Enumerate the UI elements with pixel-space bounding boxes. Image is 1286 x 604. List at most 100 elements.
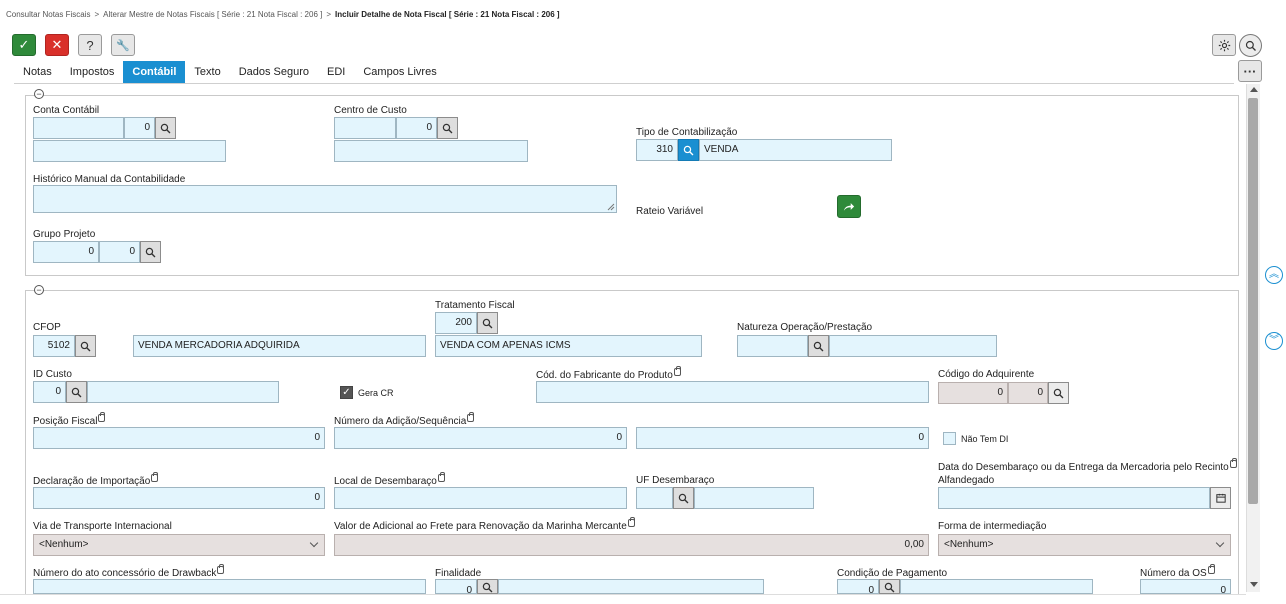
condicao-pagamento-code-input[interactable]: 0 [837,579,879,594]
natureza-search-button[interactable] [808,335,829,357]
finalidade-label: Finalidade [435,568,482,579]
natureza-label: Natureza Operação/Prestação [737,322,873,333]
breadcrumb-item-current: Incluir Detalhe de Nota Fiscal [ Série :… [335,10,560,19]
help-button[interactable]: ? [78,34,102,56]
conta-contabil-search-button[interactable] [155,117,176,139]
wrench-icon: 🔧 [116,39,130,52]
centro-custo-description-input[interactable] [334,140,528,162]
conta-contabil-description-input[interactable] [33,140,226,162]
codigo-adquirente-input-1[interactable]: 0 [938,382,1008,404]
data-desembaraco-label: Data do Desembaraço ou da Entrega da Mer… [938,458,1237,473]
search-icon [683,145,694,155]
collapse-section2-icon[interactable]: − [34,285,44,295]
finalidade-code-input[interactable]: 0 [435,579,477,594]
more-button[interactable]: ··· [1238,60,1262,82]
codigo-adquirente-input-2[interactable]: 0 [1008,382,1048,404]
conta-contabil-label: Conta Contábil [33,105,100,116]
id-custo-description-input[interactable] [87,381,279,403]
tab-impostos[interactable]: Impostos [61,61,124,83]
tipo-contabilizacao-search-button[interactable] [678,139,699,161]
collapse-section1-icon[interactable]: − [34,89,44,99]
conta-contabil-code-input[interactable] [33,117,124,139]
condicao-pagamento-description-input[interactable] [900,579,1093,594]
confirm-button[interactable]: ✓ [12,34,36,56]
grupo-projeto-input-1[interactable]: 0 [33,241,99,263]
declaracao-importacao-input[interactable]: 0 [33,487,325,509]
grupo-projeto-input-2[interactable]: 0 [99,241,140,263]
natureza-code-input[interactable] [737,335,808,357]
gera-cr-checkbox[interactable]: ✓ [340,386,353,399]
tools-button[interactable]: 🔧 [111,34,135,56]
search-icon [160,123,171,133]
resize-handle-icon[interactable] [607,203,615,211]
centro-custo-search-button[interactable] [437,117,458,139]
historico-textarea[interactable] [33,185,617,213]
tratamento-fiscal-description-input[interactable]: VENDA COM APENAS ICMS [435,335,702,357]
via-transporte-select[interactable]: <Nenhum> [33,534,325,556]
uf-desembaraco-search-button[interactable] [673,487,694,509]
numero-ato-label: Número do ato concessório de Drawback [33,564,225,579]
settings-button[interactable] [1212,34,1236,56]
breadcrumb-item-consultar[interactable]: Consultar Notas Fiscais [6,10,90,19]
local-desembaraco-input[interactable] [334,487,627,509]
numero-adicao-input[interactable]: 0 [334,427,627,449]
nao-tem-di-checkbox[interactable] [943,432,956,445]
condicao-pagamento-search-button[interactable] [879,579,900,594]
tab-contabil[interactable]: Contábil [123,61,186,83]
breadcrumb-item-alterar[interactable]: Alterar Mestre de Notas Fiscais [ Série … [103,10,322,19]
uf-desembaraco-label: UF Desembaraço [636,475,715,486]
scroll-down-icon[interactable] [1250,582,1258,587]
data-desembaraco-input[interactable] [938,487,1210,509]
valor-adicional-frete-input[interactable]: 0,00 [334,534,929,556]
scroll-bottom-button[interactable]: ︾ [1265,332,1283,350]
centro-custo-number-input[interactable]: 0 [396,117,437,139]
cod-fabricante-input[interactable] [536,381,929,403]
grupo-projeto-label: Grupo Projeto [33,229,96,240]
scrollbar-thumb[interactable] [1248,98,1258,504]
posicao-fiscal-input[interactable]: 0 [33,427,325,449]
cfop-code-input[interactable]: 5102 [33,335,75,357]
declaracao-importacao-label: Declaração de Importação [33,472,159,487]
check-icon: ✓ [18,37,30,52]
sequencia-input[interactable]: 0 [636,427,929,449]
codigo-adquirente-search-button[interactable] [1048,382,1069,404]
global-search-button[interactable] [1239,34,1262,57]
scroll-top-button[interactable]: ︽ [1265,266,1283,284]
finalidade-description-input[interactable] [498,579,764,594]
tab-notas[interactable]: Notas [14,61,61,83]
tipo-contabilizacao-code-input[interactable]: 310 [636,139,678,161]
search-icon [884,582,895,593]
tratamento-fiscal-search-button[interactable] [477,312,498,334]
conta-contabil-number-input[interactable]: 0 [124,117,155,139]
rateio-button[interactable] [837,195,861,218]
forma-intermediacao-select[interactable]: <Nenhum> [938,534,1231,556]
centro-custo-label: Centro de Custo [334,105,407,116]
tab-texto[interactable]: Texto [185,61,229,83]
search-icon [80,341,91,351]
centro-custo-code-input[interactable] [334,117,396,139]
scroll-up-icon[interactable] [1250,87,1258,92]
tab-campos-livres[interactable]: Campos Livres [354,61,445,83]
grupo-projeto-search-button[interactable] [140,241,161,263]
natureza-description-input[interactable] [829,335,997,357]
id-custo-search-button[interactable] [66,381,87,403]
finalidade-search-button[interactable] [477,579,498,594]
tipo-contabilizacao-description-input[interactable]: VENDA [699,139,892,161]
valor-adicional-frete-label: Valor de Adicional ao Frete para Renovaç… [334,517,635,532]
uf-desembaraco-description-input[interactable] [694,487,814,509]
calendar-button[interactable] [1210,487,1231,509]
tab-edi[interactable]: EDI [318,61,354,83]
cfop-search-button[interactable] [75,335,96,357]
search-icon [145,247,156,257]
numero-ato-input[interactable] [33,579,426,594]
tab-dados-seguro[interactable]: Dados Seguro [230,61,318,83]
search-icon [1245,40,1256,51]
cancel-button[interactable]: ✕ [45,34,69,56]
rateio-label: Rateio Variável [636,206,704,217]
uf-desembaraco-code-input[interactable] [636,487,673,509]
tratamento-fiscal-code-input[interactable]: 200 [435,312,477,334]
search-icon [1053,388,1064,398]
id-custo-input[interactable]: 0 [33,381,66,403]
numero-os-input[interactable]: 0 [1140,579,1231,594]
cfop-description-input[interactable]: VENDA MERCADORIA ADQUIRIDA [133,335,426,357]
